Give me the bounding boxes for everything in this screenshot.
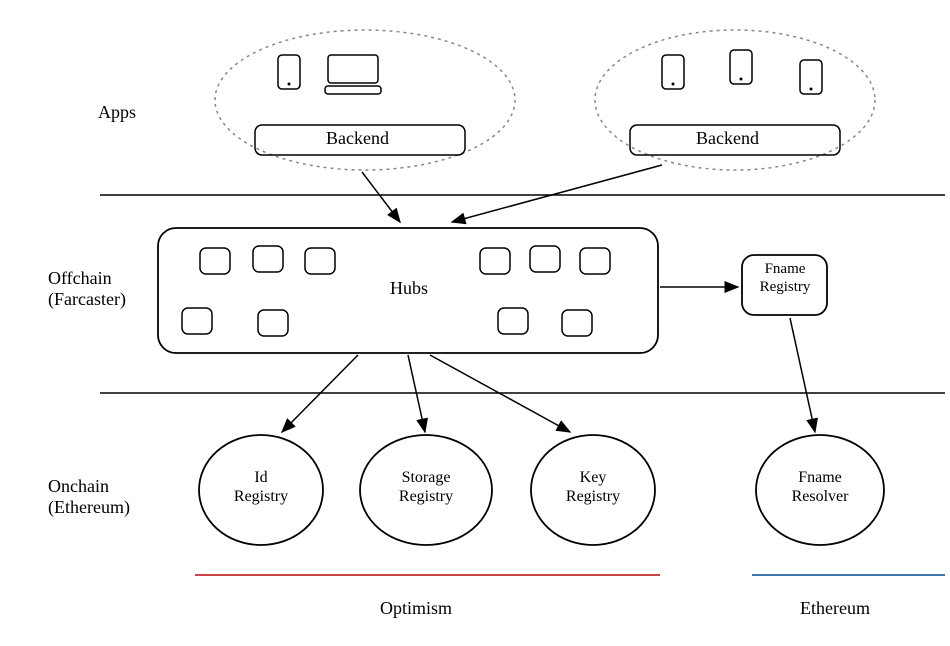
architecture-diagram <box>0 0 950 646</box>
fname-registry-label: Fname Registry <box>752 260 818 296</box>
ethereum-label: Ethereum <box>800 598 870 619</box>
hub-node <box>200 248 230 274</box>
hub-node <box>305 248 335 274</box>
hub-node <box>562 310 592 336</box>
id-registry-label: Id Registry <box>225 468 297 506</box>
app-cluster-1 <box>215 30 515 170</box>
hub-node <box>258 310 288 336</box>
hub-node <box>480 248 510 274</box>
hub-node <box>498 308 528 334</box>
layer-label-onchain: Onchain (Ethereum) <box>48 476 130 518</box>
arrow-app2-to-hubs <box>452 165 662 222</box>
hub-node <box>182 308 212 334</box>
hub-node <box>530 246 560 272</box>
layer-label-apps: Apps <box>98 102 136 123</box>
backend-1-label: Backend <box>326 128 389 149</box>
fname-resolver-label: Fname Resolver <box>782 468 858 506</box>
storage-registry-label: Storage Registry <box>388 468 464 506</box>
hub-node <box>253 246 283 272</box>
laptop-icon <box>328 55 378 83</box>
hub-node <box>580 248 610 274</box>
layer-label-offchain: Offchain (Farcaster) <box>48 268 126 310</box>
hubs-label: Hubs <box>390 278 428 299</box>
key-registry-label: Key Registry <box>557 468 629 506</box>
arrow-fname-registry-to-resolver <box>790 318 815 432</box>
arrow-app1-to-hubs <box>362 172 400 222</box>
app-cluster-2 <box>595 30 875 170</box>
backend-2-label: Backend <box>696 128 759 149</box>
optimism-label: Optimism <box>380 598 452 619</box>
